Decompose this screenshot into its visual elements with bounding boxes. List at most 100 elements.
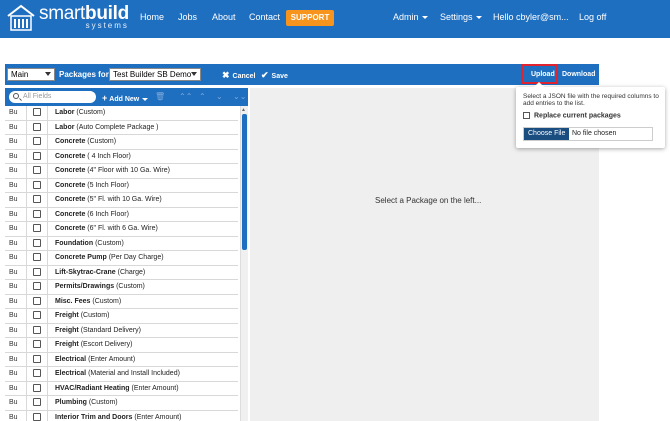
table-row[interactable]: Bu Freight (Standard Delivery) [5, 324, 238, 338]
table-row[interactable]: Bu Concrete (5" Fl. with 10 Ga. Wire) [5, 193, 238, 208]
save-button[interactable]: ✔ Save [261, 70, 288, 81]
package-name: Concrete [55, 225, 86, 232]
package-type: Bu [9, 254, 18, 261]
package-type: Bu [9, 225, 18, 232]
package-name: Labor [55, 109, 75, 116]
add-new-button[interactable]: + Add New [102, 93, 149, 103]
file-input[interactable]: Choose File No file chosen [523, 127, 653, 141]
chevron-down-icon [475, 16, 482, 20]
package-name-cell: Concrete (5 Inch Floor) [55, 182, 129, 189]
row-checkbox[interactable] [33, 369, 41, 377]
table-row[interactable]: Bu Misc. Fees (Custom) [5, 295, 238, 309]
row-checkbox[interactable] [33, 166, 41, 174]
package-type: Bu [9, 326, 18, 334]
row-checkbox[interactable] [33, 383, 41, 392]
row-checkbox[interactable] [33, 412, 41, 421]
logo[interactable]: smartbuild systems [6, 4, 129, 34]
package-name-cell: Concrete ( 4 Inch Floor) [55, 153, 131, 160]
row-checkbox[interactable] [33, 325, 41, 334]
packages-toolbar: Main Packages for Test Builder SB Demo ✖… [5, 64, 599, 85]
table-row[interactable]: Bu Electrical (Material and Install Inclu… [5, 367, 238, 382]
table-row[interactable]: Bu HVAC/Radiant Heating (Enter Amount) [5, 382, 238, 396]
nav-settings[interactable]: Settings [440, 12, 482, 22]
package-name-cell: Concrete (Custom) [55, 138, 116, 145]
choose-file-button[interactable]: Choose File [524, 128, 570, 140]
row-checkbox[interactable] [33, 209, 41, 218]
table-row[interactable]: Bu Foundation (Custom) [5, 237, 238, 251]
nav-logoff[interactable]: Log off [579, 12, 606, 22]
package-name-cell: Freight (Escort Delivery) [55, 341, 132, 348]
table-row[interactable]: Bu Interior Trim and Doors (Enter Amount) [5, 411, 238, 421]
detail-placeholder: Select a Package on the left... [375, 196, 482, 205]
nav-about[interactable]: About [212, 12, 236, 22]
row-checkbox[interactable] [33, 398, 41, 406]
replace-packages-checkbox[interactable] [523, 112, 530, 119]
package-name-cell: HVAC/Radiant Heating (Enter Amount) [55, 385, 179, 392]
download-button[interactable]: Download [562, 71, 595, 78]
table-row[interactable]: Bu Concrete Pump (Per Day Charge) [5, 251, 238, 266]
main-select[interactable]: Main [7, 68, 55, 81]
trash-icon[interactable]: 🗑 [155, 92, 165, 101]
double-chevron-down-icon[interactable]: ⌄⌄ [233, 92, 246, 101]
house-logo-icon [7, 4, 35, 31]
package-name-cell: Plumbing (Custom) [55, 399, 118, 406]
nav-contact[interactable]: Contact [249, 12, 280, 22]
package-detail: (Custom) [87, 138, 117, 145]
table-row[interactable]: Bu Freight (Escort Delivery) [5, 338, 238, 353]
table-row[interactable]: Bu Concrete (4" Floor with 10 Ga. Wire) [5, 164, 238, 179]
row-checkbox[interactable] [33, 311, 41, 319]
row-checkbox[interactable] [33, 224, 41, 232]
row-checkbox[interactable] [33, 195, 41, 203]
row-checkbox[interactable] [33, 340, 41, 348]
package-name: Interior Trim and Doors [55, 413, 133, 421]
table-row[interactable]: Bu Permits/Drawings (Custom) [5, 280, 238, 295]
builder-select[interactable]: Test Builder SB Demo [109, 68, 201, 81]
support-button[interactable]: SUPPORT [286, 10, 334, 26]
table-row[interactable]: Bu Concrete (6" Fl. with 6 Ga. Wire) [5, 222, 238, 237]
table-row[interactable]: Bu Labor (Custom) [5, 106, 238, 121]
package-detail: (5" Fl. with 10 Ga. Wire) [87, 196, 162, 203]
package-list: Bu Labor (Custom) Bu Labor (Auto Complete P… [5, 106, 248, 421]
row-checkbox[interactable] [33, 151, 41, 160]
row-checkbox[interactable] [33, 122, 41, 131]
table-row[interactable]: Bu Concrete (6 Inch Floor) [5, 208, 238, 222]
row-checkbox[interactable] [33, 282, 41, 290]
row-checkbox[interactable] [33, 180, 41, 189]
chevron-up-icon[interactable]: ⌃ [199, 92, 206, 101]
row-checkbox[interactable] [33, 296, 41, 305]
upload-button[interactable]: Upload [531, 71, 555, 78]
nav-user[interactable]: Hello cbyler@sm... [493, 12, 569, 22]
replace-packages-option[interactable]: Replace current packages [523, 112, 621, 119]
scrollbar-thumb[interactable] [242, 114, 247, 250]
chevron-down-icon[interactable]: ⌄ [216, 92, 223, 101]
scroll-up-icon[interactable]: ▲ [241, 107, 246, 113]
package-name: Concrete Pump [55, 254, 107, 261]
table-row[interactable]: Bu Plumbing (Custom) [5, 396, 238, 411]
table-row[interactable]: Bu Electrical (Enter Amount) [5, 353, 238, 367]
package-detail: (Auto Complete Package ) [76, 123, 159, 131]
double-chevron-up-icon[interactable]: ⌃⌃ [179, 92, 192, 101]
row-checkbox[interactable] [33, 137, 41, 145]
package-detail: (Per Day Charge) [108, 254, 164, 261]
nav-home[interactable]: Home [140, 12, 164, 22]
cancel-button[interactable]: ✖ Cancel [222, 70, 256, 81]
package-detail: (Custom) [76, 109, 106, 116]
nav-jobs[interactable]: Jobs [178, 12, 197, 22]
table-row[interactable]: Bu Concrete (Custom) [5, 135, 238, 150]
row-checkbox[interactable] [33, 354, 41, 363]
column-divider [26, 106, 27, 421]
table-row[interactable]: Bu Freight (Custom) [5, 309, 238, 324]
row-checkbox[interactable] [33, 253, 41, 261]
search-input[interactable]: All Fields [9, 91, 96, 103]
table-row[interactable]: Bu Labor (Auto Complete Package ) [5, 121, 238, 135]
package-name-cell: Electrical (Material and Install Include… [55, 370, 180, 377]
table-row[interactable]: Bu Concrete ( 4 Inch Floor) [5, 150, 238, 164]
row-checkbox[interactable] [33, 267, 41, 276]
table-row[interactable]: Bu Lift-Skytrac-Crane (Charge) [5, 266, 238, 280]
package-name-cell: Misc. Fees (Custom) [55, 298, 121, 305]
row-checkbox[interactable] [33, 108, 41, 116]
row-checkbox[interactable] [33, 238, 41, 247]
package-name-cell: Permits/Drawings (Custom) [55, 283, 145, 290]
table-row[interactable]: Bu Concrete (5 Inch Floor) [5, 179, 238, 193]
nav-admin[interactable]: Admin [393, 12, 428, 22]
